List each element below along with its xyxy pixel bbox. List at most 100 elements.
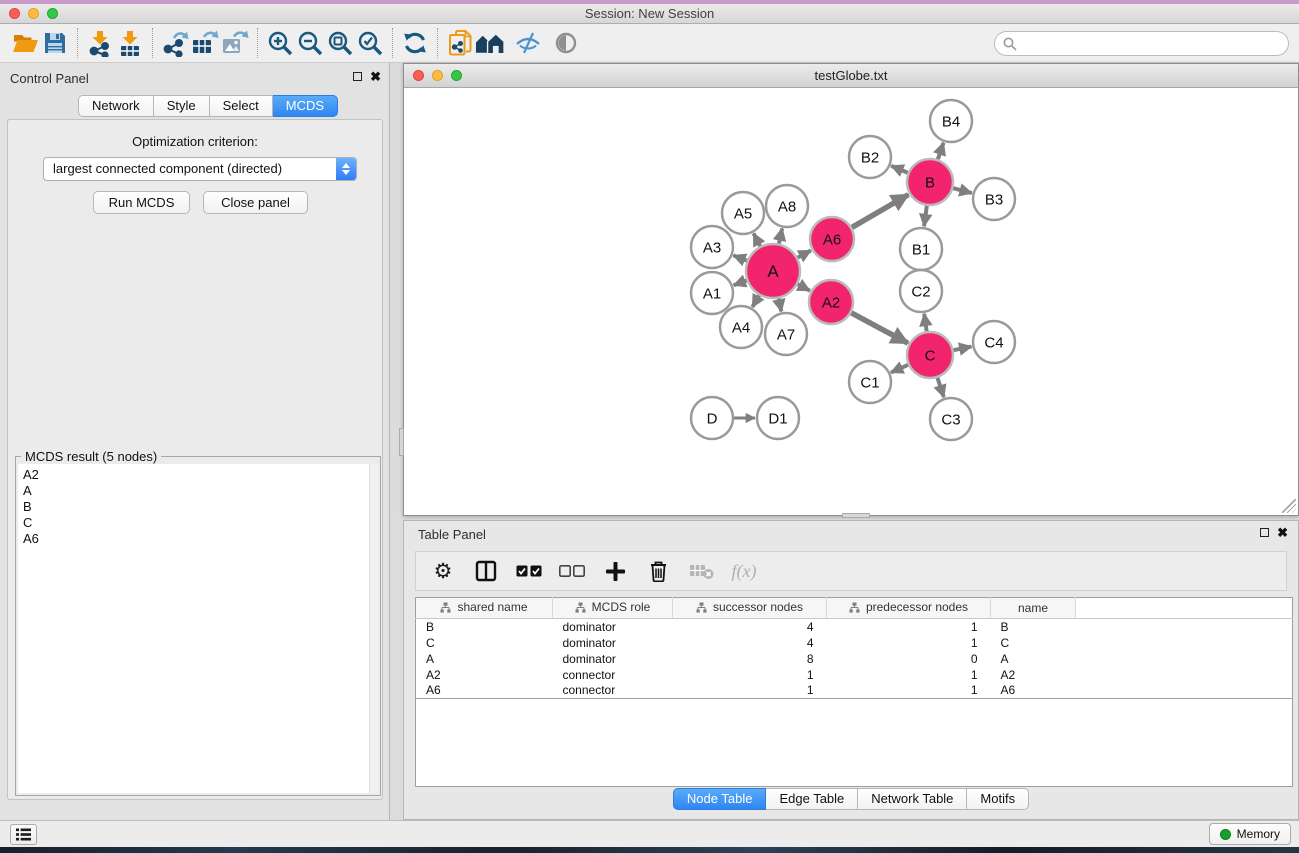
mcds-result-list[interactable]: A2ABCA6	[18, 464, 378, 793]
table-cell[interactable]: A	[991, 651, 1076, 667]
node-C[interactable]: C	[907, 332, 953, 378]
search-field[interactable]	[994, 31, 1289, 56]
node-table[interactable]: shared nameMCDS rolesuccessor nodesprede…	[415, 597, 1293, 699]
edge-B-B4[interactable]	[938, 143, 944, 160]
refresh-icon[interactable]	[400, 27, 430, 59]
edge-C-C2[interactable]	[924, 314, 926, 331]
duplicate-network-icon[interactable]	[445, 27, 475, 59]
table-cell[interactable]: A6	[991, 683, 1076, 699]
show-panels-list-icon[interactable]	[10, 824, 37, 845]
table-cell[interactable]: 8	[673, 651, 827, 667]
mcds-result-item[interactable]: A6	[18, 531, 378, 547]
table-row[interactable]: A2connector11A2	[416, 667, 1293, 683]
edge-A6-B[interactable]	[852, 195, 909, 228]
table-cell[interactable]: A6	[416, 683, 553, 699]
close-panel-icon[interactable]: ✖	[370, 71, 381, 82]
search-input[interactable]	[1017, 37, 1280, 51]
table-cell[interactable]: 1	[673, 667, 827, 683]
column-header[interactable]: successor nodes	[673, 598, 827, 619]
node-B3[interactable]: B3	[973, 178, 1015, 220]
split-columns-icon[interactable]	[469, 556, 503, 586]
select-all-icon[interactable]	[512, 556, 546, 586]
mcds-result-item[interactable]: A2	[18, 464, 378, 483]
memory-button[interactable]: Memory	[1209, 823, 1291, 845]
node-C3[interactable]: C3	[930, 398, 972, 440]
node-A2[interactable]: A2	[809, 280, 853, 324]
show-graphics-eye-icon[interactable]	[551, 27, 581, 59]
column-header[interactable]: MCDS role	[553, 598, 673, 619]
edge-B-B3[interactable]	[953, 188, 972, 193]
network-window-titlebar[interactable]: testGlobe.txt	[404, 64, 1298, 88]
split-divider-handle-vertical[interactable]	[399, 428, 404, 456]
edge-C-C1[interactable]	[891, 365, 908, 373]
edge-C-C4[interactable]	[954, 347, 972, 351]
mcds-result-item[interactable]: B	[18, 499, 378, 515]
edge-A-A5[interactable]	[754, 233, 761, 246]
tab-network[interactable]: Network	[78, 95, 154, 117]
add-column-icon[interactable]	[598, 556, 632, 586]
node-D1[interactable]: D1	[757, 397, 799, 439]
table-row[interactable]: Adominator80A	[416, 651, 1293, 667]
window-resize-grip[interactable]	[1282, 499, 1296, 513]
table-cell[interactable]: 1	[827, 635, 991, 651]
node-A5[interactable]: A5	[722, 192, 764, 234]
table-cell[interactable]: 1	[827, 683, 991, 699]
run-mcds-button[interactable]: Run MCDS	[93, 191, 190, 214]
node-A7[interactable]: A7	[765, 313, 807, 355]
tab-select[interactable]: Select	[210, 95, 273, 117]
node-C4[interactable]: C4	[973, 321, 1015, 363]
float-table-panel-icon[interactable]	[1260, 528, 1269, 537]
tab-motifs[interactable]: Motifs	[967, 788, 1029, 810]
tab-style[interactable]: Style	[154, 95, 210, 117]
delete-column-trash-icon[interactable]	[641, 556, 675, 586]
table-cell[interactable]: A	[416, 651, 553, 667]
float-panel-icon[interactable]	[353, 72, 362, 81]
column-header[interactable]: shared name	[416, 598, 553, 619]
edge-C-C3[interactable]	[937, 378, 943, 397]
import-table-icon[interactable]	[115, 27, 145, 59]
zoom-out-icon[interactable]	[295, 27, 325, 59]
import-network-icon[interactable]	[85, 27, 115, 59]
edge-B-B2[interactable]	[891, 166, 908, 173]
export-table-icon[interactable]	[190, 27, 220, 59]
node-D[interactable]: D	[691, 397, 733, 439]
table-cell[interactable]: 1	[827, 667, 991, 683]
table-cell[interactable]: 4	[673, 635, 827, 651]
export-network-icon[interactable]	[160, 27, 190, 59]
deselect-all-icon[interactable]	[555, 556, 589, 586]
zoom-selected-icon[interactable]	[355, 27, 385, 59]
edge-B-B1[interactable]	[924, 206, 927, 226]
mcds-result-item[interactable]: A	[18, 483, 378, 499]
tab-node-table[interactable]: Node Table	[673, 788, 767, 810]
edge-A-A8[interactable]	[779, 228, 782, 243]
table-cell[interactable]: 1	[827, 619, 991, 635]
table-row[interactable]: A6connector11A6	[416, 683, 1293, 699]
tab-network-table[interactable]: Network Table	[858, 788, 967, 810]
tab-edge-table[interactable]: Edge Table	[766, 788, 858, 810]
table-cell[interactable]: A2	[416, 667, 553, 683]
edge-A-A1[interactable]	[734, 280, 747, 285]
edge-A-A4[interactable]	[752, 295, 759, 307]
close-panel-button[interactable]: Close panel	[203, 191, 308, 214]
close-table-panel-icon[interactable]: ✖	[1277, 527, 1288, 538]
node-B2[interactable]: B2	[849, 136, 891, 178]
table-cell[interactable]: C	[991, 635, 1076, 651]
node-A6[interactable]: A6	[810, 217, 854, 261]
node-A4[interactable]: A4	[720, 306, 762, 348]
node-C2[interactable]: C2	[900, 270, 942, 312]
node-A8[interactable]: A8	[766, 185, 808, 227]
column-header[interactable]: name	[991, 598, 1076, 619]
network-canvas[interactable]: B4B2BB3A8A5A6A3B1AA1C2A2A4A7C4CC1C3DD1	[404, 88, 1298, 515]
table-cell[interactable]: dominator	[553, 635, 673, 651]
table-cell[interactable]: B	[416, 619, 553, 635]
split-divider-handle-horizontal[interactable]	[842, 513, 870, 518]
table-cell[interactable]: B	[991, 619, 1076, 635]
table-cell[interactable]: A2	[991, 667, 1076, 683]
node-C1[interactable]: C1	[849, 361, 891, 403]
mcds-result-item[interactable]: C	[18, 515, 378, 531]
save-floppy-icon[interactable]	[40, 27, 70, 59]
table-cell[interactable]: dominator	[553, 619, 673, 635]
zoom-fit-icon[interactable]	[325, 27, 355, 59]
edge-A-A2[interactable]	[798, 284, 810, 290]
table-row[interactable]: Bdominator41B	[416, 619, 1293, 635]
